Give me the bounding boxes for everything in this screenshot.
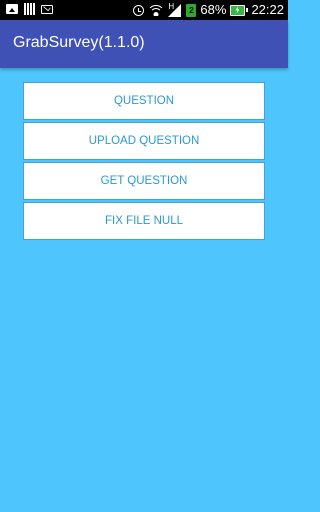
signal-bars-icon: [24, 3, 35, 15]
battery-charging-icon: [230, 4, 249, 16]
get-question-button[interactable]: GET QUESTION: [23, 162, 265, 200]
question-button[interactable]: QUESTION: [23, 82, 265, 120]
clock: 22:22: [251, 2, 284, 17]
action-bar: GrabSurvey(1.1.0): [0, 20, 288, 68]
app-title: GrabSurvey(1.1.0): [13, 34, 145, 51]
status-left-icons: [6, 3, 53, 15]
upload-question-button[interactable]: UPLOAD QUESTION: [23, 122, 265, 160]
battery-percent: 68%: [200, 2, 227, 17]
image-icon: [6, 4, 18, 14]
wifi-icon: [148, 4, 165, 16]
mail-icon: [41, 4, 53, 14]
status-bar: H 2 68% 22:22: [0, 0, 288, 20]
network-type-badge: H: [168, 1, 175, 11]
fix-file-null-button[interactable]: FIX FILE NULL: [23, 202, 265, 240]
alarm-icon: [133, 4, 145, 16]
cell-signal-icon: H: [168, 1, 182, 17]
status-right-icons: H 2 68% 22:22: [133, 2, 284, 18]
menu-button-list: QUESTION UPLOAD QUESTION GET QUESTION FI…: [23, 82, 265, 242]
sim-2-icon: 2: [186, 3, 197, 17]
